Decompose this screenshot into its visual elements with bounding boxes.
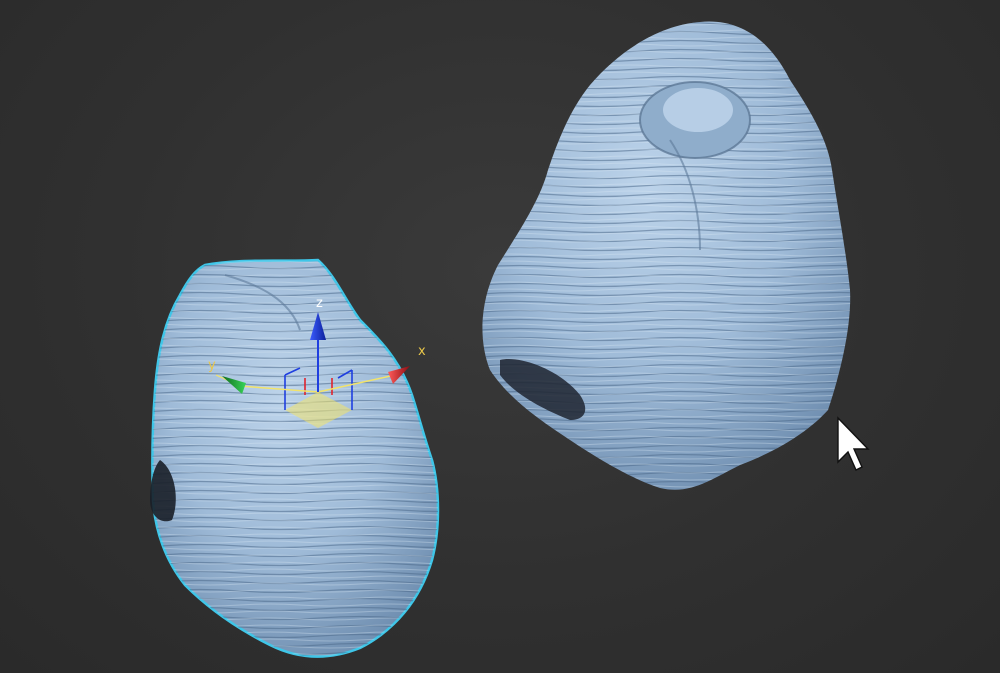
x-axis-label: x	[418, 344, 426, 359]
arrow-cursor-icon	[837, 416, 870, 471]
rock-right[interactable]	[482, 21, 851, 490]
rock-left[interactable]	[150, 258, 440, 658]
viewport-scene: x y z	[150, 21, 870, 658]
3d-viewport[interactable]: x y z	[0, 0, 1000, 673]
y-axis-label: y	[208, 358, 216, 373]
z-axis-label: z	[316, 296, 323, 311]
